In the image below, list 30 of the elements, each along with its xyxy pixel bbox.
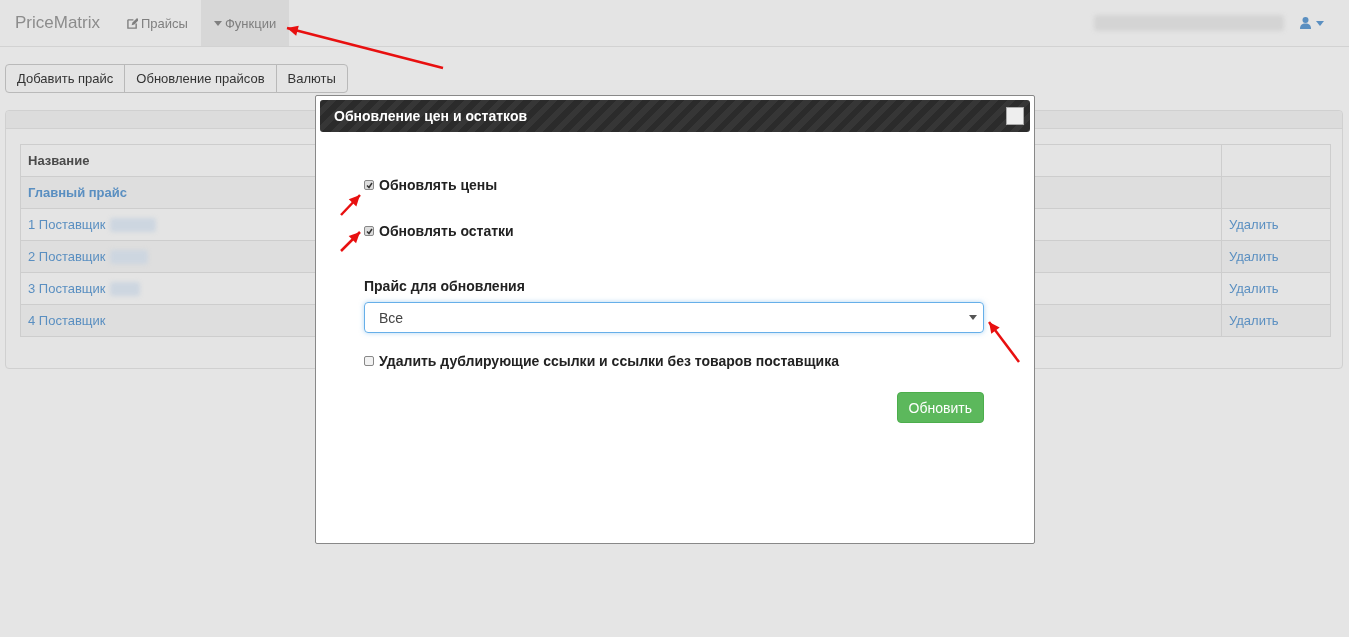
checkbox[interactable]: [364, 356, 374, 366]
edit-icon: [127, 17, 138, 29]
dialog-title: Обновление цен и остатков: [334, 108, 528, 124]
price-link[interactable]: 1 Поставщик: [28, 217, 106, 232]
toolbar-button[interactable]: Валюты: [275, 64, 348, 93]
update-button[interactable]: Обновить: [896, 392, 984, 423]
arrow-annotation: [341, 232, 360, 251]
brand-logo[interactable]: PriceMatrix: [15, 13, 100, 33]
caret-icon: [969, 315, 977, 320]
price-link[interactable]: 4 Поставщик: [28, 313, 106, 328]
toolbar-button[interactable]: Добавить прайс: [5, 64, 126, 93]
checkbox-label: Обновлять цены: [379, 177, 498, 193]
price-link[interactable]: 2 Поставщик: [28, 249, 106, 264]
close-button[interactable]: [1006, 107, 1024, 125]
price-select[interactable]: Все: [364, 302, 984, 333]
nav-item[interactable]: Функции: [200, 0, 290, 46]
caret-icon: [213, 20, 222, 26]
toolbar-button[interactable]: Обновление прайсов: [124, 64, 277, 93]
checkbox-label: Обновлять остатки: [379, 223, 514, 239]
field-label: Прайс для обновления: [364, 278, 526, 294]
checkbox-label: Удалить дублирующие ссылки и ссылки без товаров поставщика: [379, 353, 839, 369]
price-link[interactable]: 3 Поставщик: [28, 281, 106, 296]
user-menu-icon[interactable]: [1300, 17, 1324, 29]
checkbox[interactable]: [364, 226, 374, 236]
price-link[interactable]: Главный прайс: [28, 185, 127, 200]
arrow-annotation: [989, 322, 1019, 362]
nav-item[interactable]: Прайсы: [114, 0, 201, 46]
column-header: Название: [28, 153, 90, 168]
checkbox[interactable]: [364, 180, 374, 190]
arrow-annotation: [341, 195, 360, 215]
